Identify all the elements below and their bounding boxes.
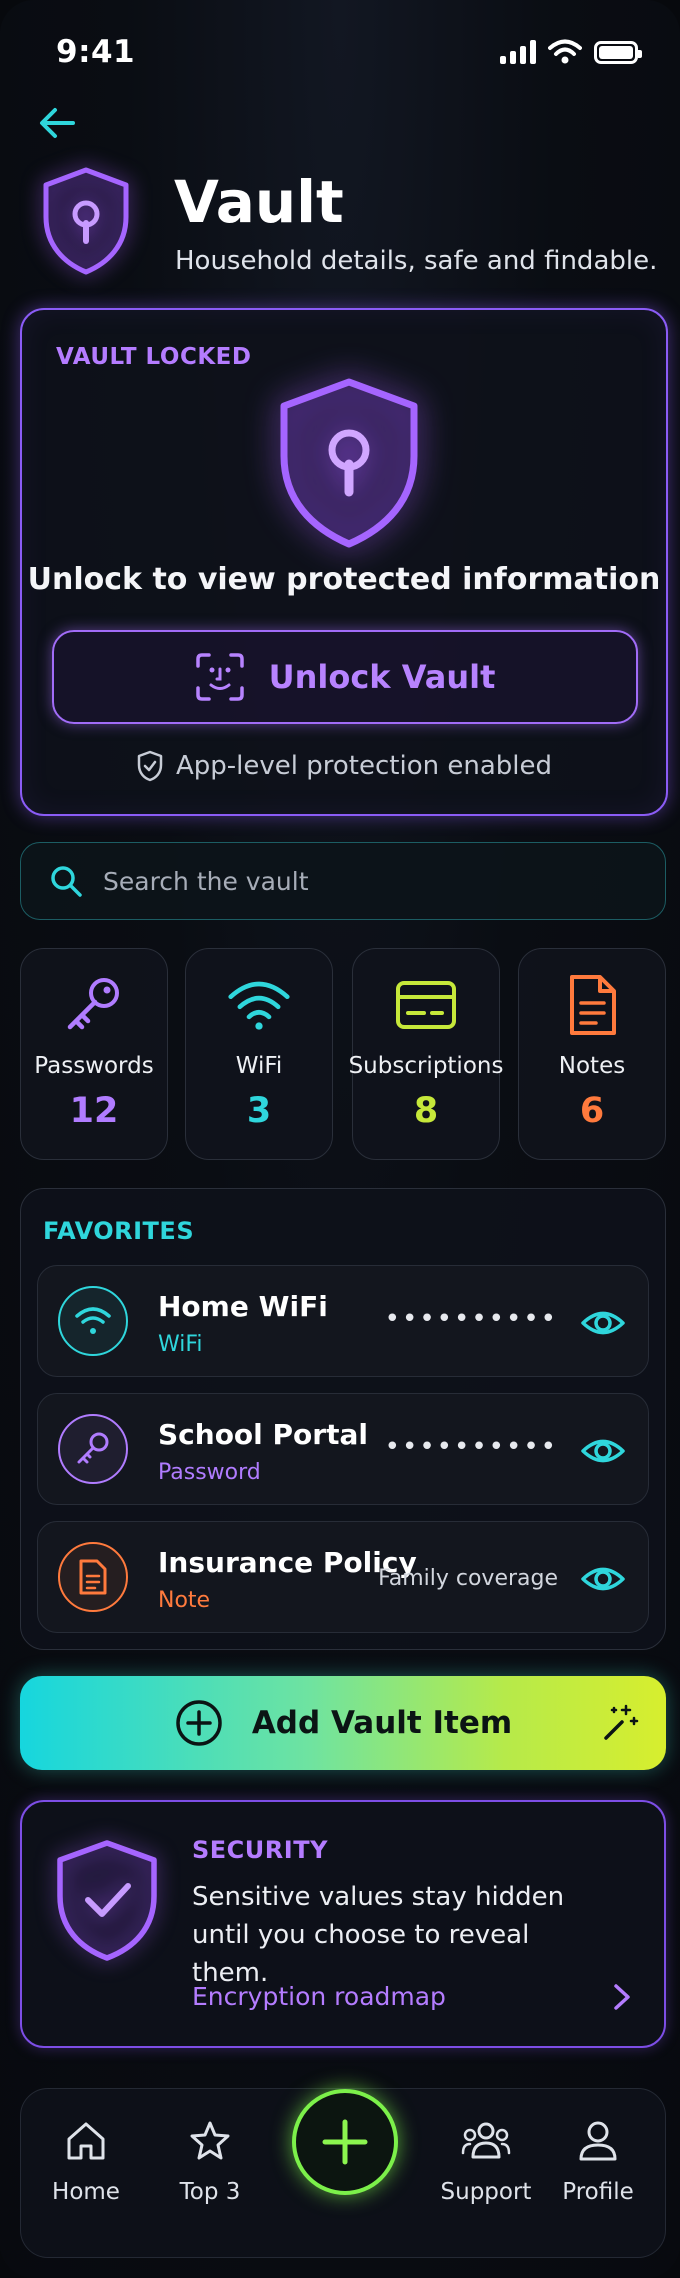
nav-label: Top 3	[179, 2179, 241, 2205]
wifi-icon	[228, 981, 290, 1030]
stat-count: 8	[413, 1091, 439, 1131]
person-icon	[579, 2121, 617, 2161]
favorite-type: Note	[158, 1588, 211, 1613]
security-title: SECURITY	[192, 1836, 328, 1864]
key-icon	[67, 978, 119, 1030]
plus-icon	[322, 2119, 368, 2165]
face-id-icon	[195, 653, 244, 701]
favorite-item-insurance-policy[interactable]: Insurance Policy Note Family coverage	[37, 1521, 649, 1633]
star-icon	[190, 2121, 230, 2160]
lock-message: Unlock to view protected information	[27, 562, 661, 597]
search-placeholder: Search the vault	[103, 866, 309, 896]
favorite-name: Home WiFi	[158, 1290, 328, 1323]
stat-count: 6	[579, 1091, 605, 1131]
eye-icon[interactable]	[580, 1300, 626, 1346]
note-icon	[570, 975, 616, 1035]
stat-label: WiFi	[235, 1053, 283, 1079]
favorites-card: FAVORITES Home WiFi WiFi •••••••••• Scho…	[20, 1188, 666, 1650]
add-vault-item-label: Add Vault Item	[251, 1705, 513, 1741]
nav-item-profile[interactable]: Profile	[543, 2119, 653, 2205]
plus-circle-icon	[176, 1700, 222, 1746]
favorite-type: Password	[158, 1460, 261, 1485]
status-icons	[500, 39, 642, 65]
key-icon	[77, 1432, 109, 1464]
shield-lock-icon	[43, 167, 129, 275]
add-vault-item-button[interactable]: Add Vault Item	[20, 1676, 666, 1770]
security-text: Sensitive values stay hidden until you c…	[192, 1882, 565, 1988]
chevron-right-icon[interactable]	[608, 1982, 634, 2012]
stat-label: Passwords	[34, 1053, 154, 1079]
stat-count: 3	[246, 1091, 272, 1131]
magic-wand-icon	[604, 1704, 639, 1740]
protection-status: App-level protection enabled	[22, 750, 666, 782]
stat-count: 12	[69, 1091, 119, 1131]
stat-label: Notes	[558, 1053, 626, 1079]
status-time: 9:41	[56, 34, 136, 70]
favorite-masked-value: ••••••••••	[384, 1432, 558, 1462]
eye-icon[interactable]	[580, 1428, 626, 1474]
stat-label: Subscriptions	[348, 1053, 504, 1079]
stat-card-passwords[interactable]: Passwords 12	[20, 948, 168, 1160]
favorite-masked-value: ••••••••••	[384, 1304, 558, 1334]
stat-card-wifi[interactable]: WiFi 3	[185, 948, 333, 1160]
favorite-value: Family coverage	[378, 1566, 558, 1591]
vault-locked-label: VAULT LOCKED	[56, 344, 252, 370]
nav-add-button[interactable]	[292, 2089, 398, 2195]
nav-label: Support	[440, 2179, 532, 2205]
nav-item-support[interactable]: Support	[431, 2119, 541, 2205]
page-subtitle: Household details, safe and findable.	[175, 246, 658, 276]
battery-icon	[594, 40, 642, 64]
stat-card-subscriptions[interactable]: Subscriptions 8	[349, 948, 503, 1160]
nav-label: Profile	[562, 2179, 634, 2205]
favorite-icon-badge	[58, 1414, 128, 1484]
card-icon	[396, 981, 456, 1029]
nav-item-home[interactable]: Home	[31, 2119, 141, 2205]
arrow-left-icon	[40, 108, 75, 138]
favorites-title: FAVORITES	[43, 1217, 195, 1245]
unlock-vault-button[interactable]: Unlock Vault	[52, 630, 638, 724]
bottom-navigation: Home Top 3 Support Profile	[20, 2088, 666, 2258]
shield-lock-icon	[280, 378, 418, 548]
protection-text: App-level protection enabled	[176, 751, 552, 781]
page-title: Vault	[174, 168, 344, 236]
status-bar: 9:41	[56, 28, 642, 76]
home-icon	[67, 2122, 105, 2160]
nav-label: Home	[52, 2179, 120, 2205]
favorite-name: School Portal	[158, 1418, 368, 1451]
unlock-vault-label: Unlock Vault	[268, 658, 496, 696]
encryption-roadmap-link[interactable]: Encryption roadmap	[192, 1982, 446, 2011]
wifi-status-icon	[548, 39, 582, 64]
favorite-item-school-portal[interactable]: School Portal Password ••••••••••	[37, 1393, 649, 1505]
nav-item-top-3[interactable]: Top 3	[155, 2119, 265, 2205]
vault-locked-card: VAULT LOCKED Unlock to view protected in…	[20, 308, 668, 816]
back-button[interactable]	[34, 100, 80, 146]
eye-icon[interactable]	[580, 1556, 626, 1602]
favorite-item-home-wifi[interactable]: Home WiFi WiFi ••••••••••	[37, 1265, 649, 1377]
people-icon	[461, 2122, 511, 2159]
app-screen: 9:41 Vault Household details, safe and f…	[0, 0, 680, 2278]
wifi-icon	[75, 1307, 111, 1334]
search-input[interactable]: Search the vault	[20, 842, 666, 920]
favorite-icon-badge	[58, 1542, 128, 1612]
note-icon	[79, 1559, 107, 1595]
shield-check-icon	[137, 750, 163, 782]
shield-check-icon	[57, 1840, 157, 1961]
favorite-type: WiFi	[158, 1332, 203, 1357]
stat-card-notes[interactable]: Notes 6	[518, 948, 666, 1160]
security-card: SECURITY Sensitive values stay hidden un…	[20, 1800, 666, 2048]
search-icon	[51, 866, 82, 897]
favorite-icon-badge	[58, 1286, 128, 1356]
signal-icon	[500, 40, 536, 64]
